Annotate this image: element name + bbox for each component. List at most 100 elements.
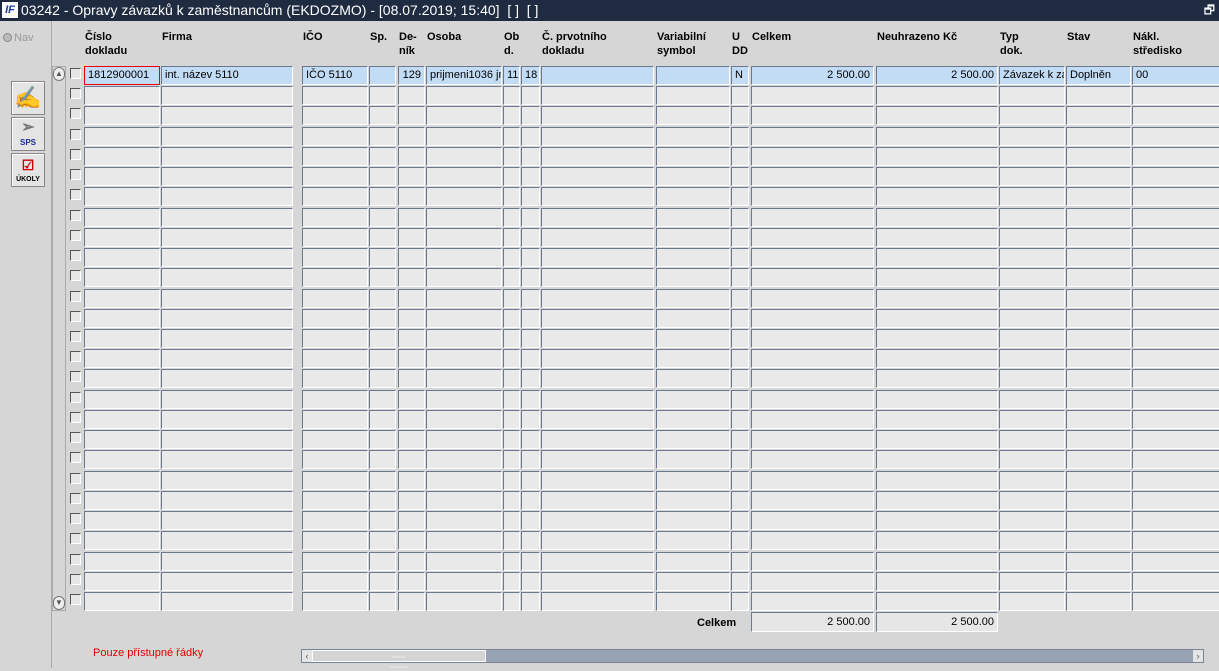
cell-vs[interactable]	[656, 167, 730, 186]
cell-obd[interactable]	[503, 450, 520, 469]
horizontal-scrollbar[interactable]: ‹ ,,,,,,,,,,,,,,,,, ›	[301, 649, 1204, 669]
cell-firma[interactable]	[161, 592, 293, 611]
cell-neuhr[interactable]	[876, 86, 998, 105]
cell-typ[interactable]	[999, 471, 1065, 490]
cell-denik[interactable]: 129	[398, 66, 425, 85]
cell-x[interactable]	[521, 511, 540, 530]
cell-ico[interactable]	[302, 572, 368, 591]
cell-celkem[interactable]	[751, 531, 874, 550]
cell-denik[interactable]	[398, 167, 425, 186]
cell-nakl[interactable]	[1132, 471, 1219, 490]
cell-sp[interactable]	[369, 450, 396, 469]
cell-neuhr[interactable]: 2 500.00	[876, 66, 998, 85]
cell-sp[interactable]	[369, 127, 396, 146]
cell-udd[interactable]	[731, 106, 749, 125]
cell-udd[interactable]	[731, 167, 749, 186]
cell-udd[interactable]	[731, 228, 749, 247]
cell-cislo[interactable]	[84, 167, 160, 186]
cell-denik[interactable]	[398, 592, 425, 611]
cell-firma[interactable]	[161, 268, 293, 287]
cell-vs[interactable]	[656, 491, 730, 510]
cell-prvotni[interactable]	[541, 268, 654, 287]
cell-stav[interactable]	[1066, 572, 1131, 591]
row-checkbox[interactable]	[70, 291, 81, 302]
scroll-down-icon[interactable]: ▼	[53, 596, 65, 610]
cell-x[interactable]	[521, 208, 540, 227]
cell-denik[interactable]	[398, 450, 425, 469]
cell-celkem[interactable]	[751, 430, 874, 449]
cell-firma[interactable]	[161, 86, 293, 105]
cell-stav[interactable]	[1066, 208, 1131, 227]
row-checkbox[interactable]	[70, 513, 81, 524]
scroll-left-icon[interactable]: ‹	[302, 650, 312, 662]
cell-obd[interactable]	[503, 430, 520, 449]
cell-sp[interactable]	[369, 329, 396, 348]
row-checkbox[interactable]	[70, 533, 81, 544]
row-checkbox[interactable]	[70, 108, 81, 119]
cell-firma[interactable]	[161, 106, 293, 125]
cell-nakl[interactable]	[1132, 208, 1219, 227]
cell-prvotni[interactable]	[541, 167, 654, 186]
cell-obd[interactable]	[503, 187, 520, 206]
cell-celkem[interactable]	[751, 552, 874, 571]
cell-celkem[interactable]	[751, 471, 874, 490]
cell-sp[interactable]	[369, 471, 396, 490]
cell-udd[interactable]	[731, 552, 749, 571]
restore-window-button[interactable]: 🗗	[1204, 0, 1215, 21]
cell-typ[interactable]	[999, 592, 1065, 611]
cell-neuhr[interactable]	[876, 228, 998, 247]
cell-sp[interactable]	[369, 228, 396, 247]
cell-ico[interactable]	[302, 289, 368, 308]
cell-x[interactable]	[521, 127, 540, 146]
cell-nakl[interactable]	[1132, 552, 1219, 571]
cell-stav[interactable]	[1066, 248, 1131, 267]
cell-x[interactable]	[521, 369, 540, 388]
cell-x[interactable]	[521, 147, 540, 166]
cell-typ[interactable]	[999, 208, 1065, 227]
ukoly-tool-button[interactable]: ☑ ÚKOLY	[11, 153, 45, 187]
cell-typ[interactable]	[999, 430, 1065, 449]
cell-stav[interactable]	[1066, 430, 1131, 449]
cell-nakl[interactable]	[1132, 106, 1219, 125]
cell-udd[interactable]	[731, 127, 749, 146]
cell-typ[interactable]	[999, 552, 1065, 571]
cell-neuhr[interactable]	[876, 268, 998, 287]
cell-stav[interactable]	[1066, 592, 1131, 611]
cell-typ[interactable]	[999, 167, 1065, 186]
cell-neuhr[interactable]	[876, 471, 998, 490]
cell-obd[interactable]	[503, 572, 520, 591]
cell-ico[interactable]	[302, 349, 368, 368]
cell-prvotni[interactable]	[541, 228, 654, 247]
cell-firma[interactable]	[161, 450, 293, 469]
cell-nakl[interactable]	[1132, 430, 1219, 449]
cell-udd[interactable]	[731, 248, 749, 267]
cell-stav[interactable]	[1066, 369, 1131, 388]
vertical-scrollbar[interactable]: ▲ ▼	[52, 66, 66, 611]
cell-vs[interactable]	[656, 228, 730, 247]
row-checkbox[interactable]	[70, 230, 81, 241]
cell-celkem[interactable]	[751, 86, 874, 105]
cell-sp[interactable]	[369, 106, 396, 125]
cell-ico[interactable]	[302, 471, 368, 490]
cell-sp[interactable]	[369, 430, 396, 449]
cell-vs[interactable]	[656, 531, 730, 550]
cell-ico[interactable]	[302, 329, 368, 348]
cell-cislo[interactable]	[84, 228, 160, 247]
cell-x[interactable]	[521, 572, 540, 591]
cell-nakl[interactable]	[1132, 268, 1219, 287]
cell-celkem[interactable]	[751, 349, 874, 368]
cell-sp[interactable]	[369, 572, 396, 591]
cell-sp[interactable]	[369, 349, 396, 368]
cell-prvotni[interactable]	[541, 329, 654, 348]
cell-vs[interactable]	[656, 127, 730, 146]
cell-ico[interactable]	[302, 511, 368, 530]
cell-firma[interactable]	[161, 127, 293, 146]
cell-x[interactable]	[521, 268, 540, 287]
cell-cislo[interactable]	[84, 572, 160, 591]
cell-vs[interactable]	[656, 552, 730, 571]
cell-x[interactable]	[521, 86, 540, 105]
cell-osoba[interactable]	[426, 390, 502, 409]
cell-x[interactable]	[521, 309, 540, 328]
cell-celkem[interactable]	[751, 369, 874, 388]
cell-obd[interactable]: 11	[503, 66, 520, 85]
